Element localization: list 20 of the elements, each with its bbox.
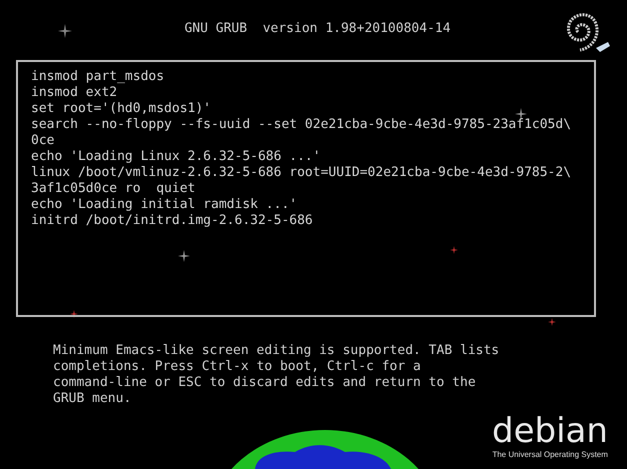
code-line: set root='(hd0,msdos1)' <box>31 101 212 117</box>
star-icon <box>58 24 72 38</box>
logo-tagline: The Universal Operating System <box>492 450 608 460</box>
logo-wordmark: debian <box>492 412 608 450</box>
star-icon <box>515 108 527 120</box>
window-title: GNU GRUB version 1.98+20100804-14 <box>183 21 451 37</box>
code-line: 0ce <box>31 133 54 149</box>
code-line: initrd /boot/initrd.img-2.6.32-5-686 <box>31 213 313 229</box>
code-line: linux /boot/vmlinuz-2.6.32-5-686 root=UUID=02e21cba-9cbe-4e3d-9785-2\ <box>31 165 572 181</box>
help-text: Minimum Emacs-like screen editing is supported. TAB lists completions. Press Ctrl-x to boot, Ctrl-c for a command-line or ESC to discard edits and return to the GRUB menu. <box>53 343 500 407</box>
code-line: insmod part_msdos <box>31 69 164 85</box>
code-line: echo 'Loading Linux 2.6.32-5-686 ...' <box>31 149 321 165</box>
star-icon <box>450 246 458 254</box>
code-line: echo 'Loading initial ramdisk ...' <box>31 197 298 213</box>
code-line: insmod ext2 <box>31 85 118 101</box>
star-icon <box>548 318 556 326</box>
code-line: search --no-floppy --fs-uuid --set 02e21cba-9cbe-4e3d-9785-23af1c05d\ <box>31 117 572 133</box>
code-line: 3af1c05d0ce ro quiet <box>31 181 196 197</box>
star-icon <box>70 310 78 318</box>
star-icon <box>178 250 190 262</box>
